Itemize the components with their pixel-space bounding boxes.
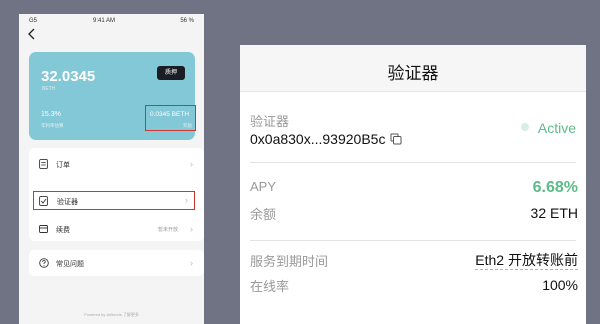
copy-icon[interactable] (390, 133, 402, 145)
apr-label: 年利率估算 (41, 123, 64, 128)
menu-item-faq[interactable]: 常见问题 › (29, 251, 204, 275)
menu-item-label: 常见问题 (56, 261, 84, 268)
faq-card: 常见问题 › (29, 250, 204, 276)
balance-value: 32 ETH (530, 205, 578, 221)
chevron-right-icon: › (190, 159, 193, 169)
expiry-value-text: Eth2 开放转账前 (475, 252, 578, 270)
status-badge: Active (537, 120, 576, 136)
chevron-right-icon: › (190, 224, 193, 234)
status-bar: G5 9:41 AM 56 % (19, 14, 204, 28)
expiry-label: 服务到期时间 (250, 254, 329, 269)
expiry-value: Eth2 开放转账前 (475, 250, 578, 270)
balance-card: 32.0345 BETH 质押 15.3% 年利率估算 0.0345 BETH … (29, 52, 196, 140)
validator-label: 验证器 (250, 114, 290, 129)
validator-check-icon (39, 196, 48, 206)
learn-more-link[interactable]: 了解更多 (123, 312, 139, 317)
phone-screen: G5 9:41 AM 56 % 32.0345 BETH 质押 15.3% 年利… (19, 14, 204, 324)
balance-label: 余额 (250, 207, 277, 222)
powered-by-text: Powered by (84, 312, 106, 317)
brand-logo: ckBonds (106, 312, 122, 317)
reward-value: 0.0345 BETH (150, 111, 190, 118)
battery-label: 56 % (180, 18, 194, 24)
renew-card-icon (39, 225, 48, 233)
status-dot-icon (521, 123, 529, 131)
clock: 9:41 AM (93, 18, 116, 24)
menu-item-label: 验证器 (57, 199, 78, 206)
validator-address: 0x0a830x...93920B5c (250, 131, 386, 147)
carrier-label: G5 (29, 18, 38, 24)
apr-value: 15.3% (41, 111, 61, 118)
menu-item-renew[interactable]: 续费 暂未开放 › (29, 217, 204, 241)
chevron-right-icon: › (185, 195, 188, 205)
apy-value: 6.68% (532, 179, 578, 196)
menu-item-label: 订单 (56, 162, 70, 169)
divider (250, 240, 576, 241)
question-icon (39, 258, 49, 268)
reward-highlight: 0.0345 BETH 奖励 (145, 105, 196, 131)
pledge-button[interactable]: 质押 (157, 66, 185, 80)
panel-header: 验证器 (240, 45, 586, 92)
menu-item-orders[interactable]: 订单 › (29, 152, 204, 176)
balance-unit: BETH (42, 86, 56, 92)
footer: Powered by ckBonds 了解更多 (19, 312, 204, 318)
chevron-right-icon: › (190, 258, 193, 268)
uptime-value: 100% (542, 277, 578, 293)
menu-card: 订单 › 验证器 › 续费 暂未开放 › (29, 148, 204, 241)
menu-item-value: 暂未开放 (157, 227, 178, 233)
validator-detail-panel: 验证器 验证器 0x0a830x...93920B5c Active APY 6… (240, 45, 586, 324)
back-icon[interactable] (26, 28, 38, 40)
uptime-label: 在线率 (250, 279, 290, 294)
reward-label: 奖励 (183, 123, 192, 128)
apy-label: APY (250, 179, 277, 194)
menu-item-label: 续费 (56, 227, 70, 234)
menu-item-validator[interactable]: 验证器 › (33, 191, 195, 210)
balance-amount: 32.0345 (41, 68, 96, 85)
order-icon (39, 159, 48, 169)
panel-title: 验证器 (387, 64, 439, 83)
divider (250, 162, 576, 163)
